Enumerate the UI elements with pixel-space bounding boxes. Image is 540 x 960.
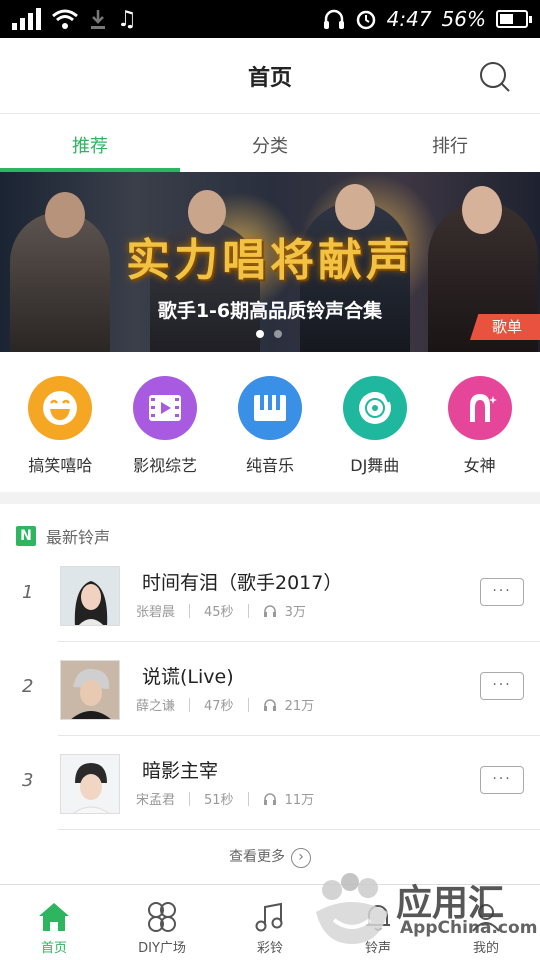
category-label: 影视综艺 [133, 456, 198, 475]
song-plays: 11万 [284, 793, 315, 808]
song-plays: 21万 [284, 699, 315, 714]
song-artist: 宋孟君 [136, 793, 176, 808]
song-meta: 宋孟君 51秒 11万 [136, 789, 314, 808]
song-artist: 薛之谦 [136, 699, 176, 714]
section-title: 最新铃声 [46, 528, 111, 547]
category-label: DJ舞曲 [350, 456, 400, 475]
more-button[interactable]: ··· [480, 766, 524, 794]
song-rank: 3 [22, 770, 34, 791]
list-item[interactable]: 3 暗影主宰 宋孟君 51秒 11万 ··· [0, 736, 540, 830]
banner-title: 实力唱将献声 [126, 235, 414, 286]
piano-icon [237, 376, 302, 440]
see-more-link[interactable]: 查看更多 › [0, 846, 540, 868]
song-duration: 51秒 [204, 793, 234, 808]
nav-label: DIY广场 [138, 941, 186, 956]
top-bar: 首页 [0, 38, 540, 114]
appchina-logo-icon [316, 873, 388, 944]
song-plays: 3万 [284, 605, 306, 620]
more-button[interactable]: ··· [480, 672, 524, 700]
song-list: 1 时间有泪（歌手2017） 张碧晨 45秒 3万 ··· 2 说谎(Live)… [0, 548, 540, 830]
song-rank: 2 [22, 676, 34, 697]
category-label: 搞笑嘻哈 [28, 456, 93, 475]
list-item[interactable]: 1 时间有泪（歌手2017） 张碧晨 45秒 3万 ··· [0, 548, 540, 642]
diy-grid-icon [148, 902, 176, 932]
headphones-icon [323, 9, 344, 29]
headphones-icon [263, 698, 276, 711]
search-icon[interactable] [478, 60, 512, 94]
song-duration: 47秒 [204, 699, 234, 714]
category-label: 女神 [463, 456, 496, 475]
battery-icon [496, 10, 532, 28]
song-cover [60, 754, 120, 814]
laugh-icon [28, 376, 93, 440]
headphones-icon [263, 604, 276, 617]
nav-label: 首页 [40, 941, 67, 956]
section-divider [0, 492, 540, 504]
banner-carousel[interactable]: 实力唱将献声 歌手1-6期高品质铃声合集 歌单 [0, 172, 540, 352]
song-title: 时间有泪（歌手2017） [142, 572, 343, 594]
wifi-icon [52, 9, 78, 29]
song-artist: 张碧晨 [136, 605, 176, 620]
page-title: 首页 [247, 66, 292, 91]
signal-icon [12, 8, 41, 30]
film-icon [133, 376, 198, 440]
category-row: 搞笑嘻哈 影视综艺 纯音乐 DJ舞曲 女神 [0, 372, 540, 482]
more-button[interactable]: ··· [480, 578, 524, 606]
status-bar: ♫ 4:47 56% [0, 0, 540, 38]
see-more-label: 查看更多 [229, 849, 285, 865]
category-pure-music[interactable]: 纯音乐 [224, 372, 316, 482]
watermark: 应用汇 AppChina.com [310, 872, 537, 948]
nav-diy[interactable]: DIY广场 [108, 885, 216, 960]
home-icon [39, 903, 69, 931]
tab-recommend[interactable]: 推荐 [0, 114, 180, 172]
song-title: 说谎(Live) [142, 666, 234, 688]
category-funny[interactable]: 搞笑嘻哈 [14, 372, 106, 482]
nav-color-ring[interactable]: 彩铃 [216, 885, 324, 960]
music-note-icon: ♫ [117, 6, 137, 32]
song-cover [60, 660, 120, 720]
download-icon [91, 10, 105, 29]
tab-ranking[interactable]: 排行 [360, 114, 540, 172]
chevron-right-icon: › [291, 848, 311, 868]
new-badge: N [16, 526, 36, 546]
category-film[interactable]: 影视综艺 [119, 372, 211, 482]
song-duration: 45秒 [204, 605, 234, 620]
tab-bar: 推荐 分类 排行 [0, 114, 540, 172]
carousel-dots [256, 330, 282, 338]
category-dj[interactable]: DJ舞曲 [329, 372, 421, 482]
battery-text: 56% [441, 7, 486, 31]
list-item[interactable]: 2 说谎(Live) 薛之谦 47秒 21万 ··· [0, 642, 540, 736]
goddess-icon [447, 376, 512, 440]
nav-home[interactable]: 首页 [0, 885, 108, 960]
clock-text: 4:47 [386, 7, 432, 31]
alarm-icon [356, 10, 375, 30]
section-header: N 最新铃声 [16, 524, 110, 548]
music-note-icon [255, 902, 283, 932]
song-title: 暗影主宰 [142, 760, 219, 782]
watermark-subtext: AppChina.com [400, 918, 538, 938]
song-meta: 薛之谦 47秒 21万 [136, 695, 314, 714]
category-goddess[interactable]: 女神 [434, 372, 526, 482]
category-label: 纯音乐 [245, 456, 294, 475]
banner-subtitle: 歌手1-6期高品质铃声合集 [157, 300, 383, 322]
song-meta: 张碧晨 45秒 3万 [136, 601, 306, 620]
nav-label: 彩铃 [256, 941, 283, 956]
tab-category[interactable]: 分类 [180, 114, 360, 172]
banner-badge: 歌单 [469, 314, 540, 340]
headphones-icon [263, 792, 276, 805]
song-rank: 1 [22, 582, 34, 603]
disc-icon [342, 376, 407, 440]
song-cover [60, 566, 120, 626]
